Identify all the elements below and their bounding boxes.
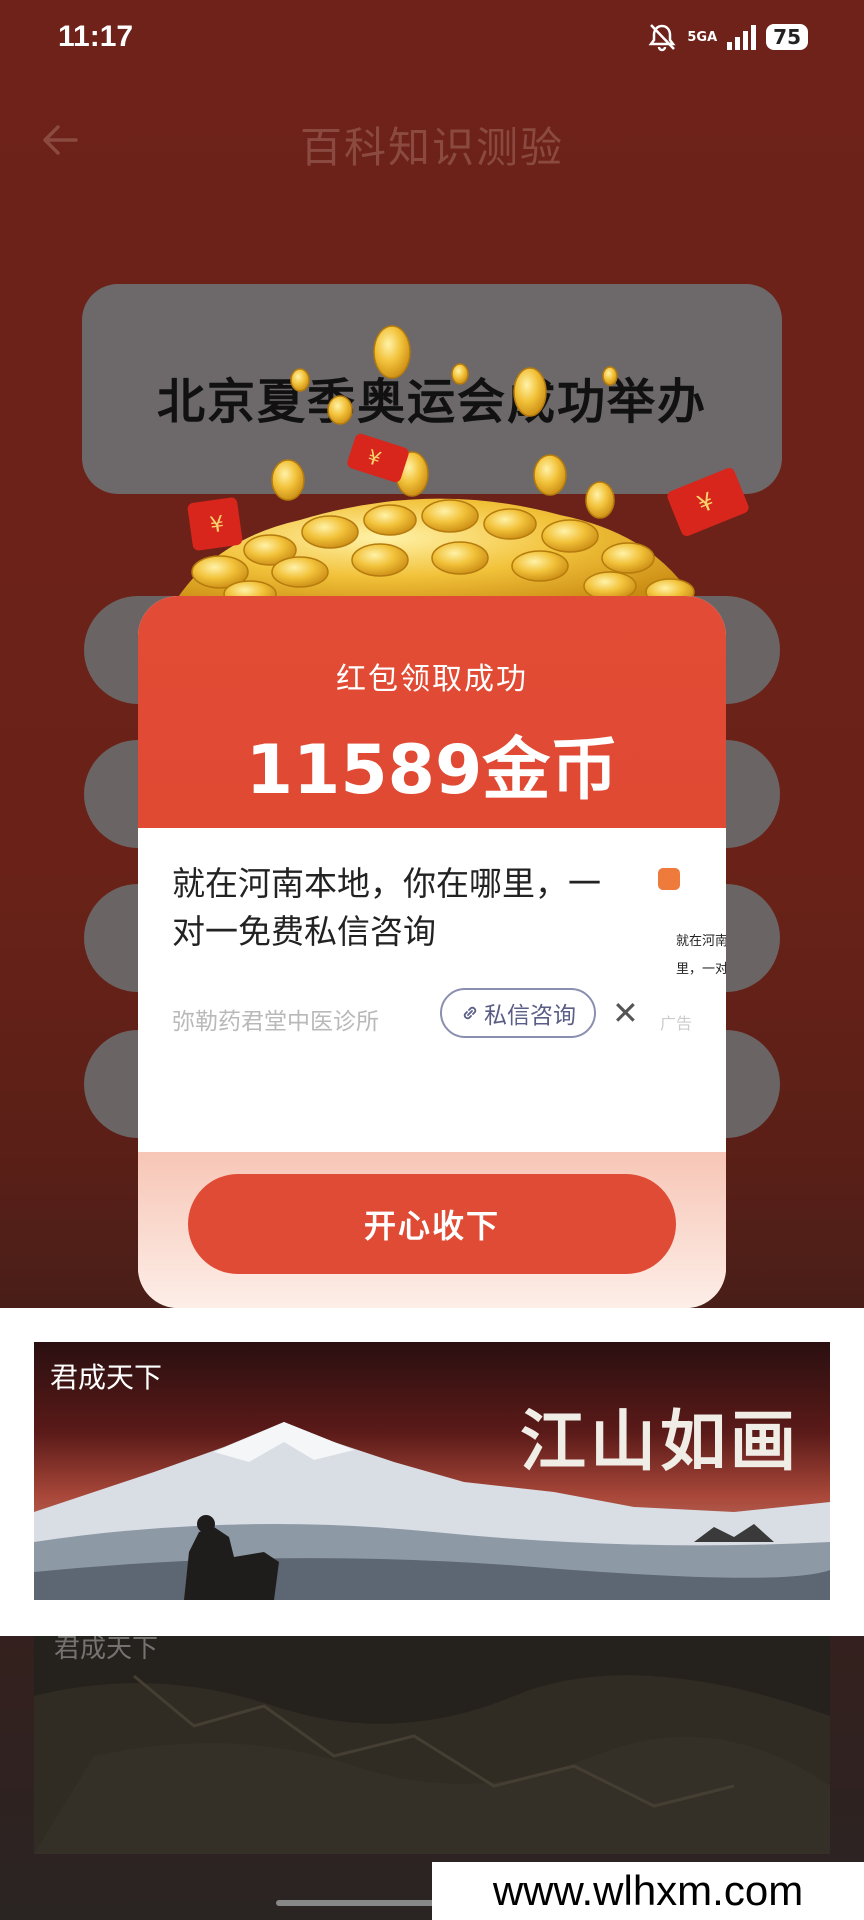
accept-button[interactable]: 开心收下 <box>188 1174 676 1274</box>
reward-header: 红包领取成功 11589金币 <box>138 596 726 828</box>
network-type: 5GA <box>687 29 718 45</box>
status-time: 11:17 <box>58 20 134 53</box>
app-header: 百科知识测验 <box>0 100 864 180</box>
consult-button-label: 私信咨询 <box>484 1003 576 1029</box>
coin-burst-illustration: ¥ ¥ ¥ <box>170 325 749 610</box>
map-image <box>34 1636 830 1854</box>
consult-button[interactable]: 私信咨询 <box>440 988 596 1038</box>
reward-modal: 红包领取成功 11589金币 就在河南本地，你在哪里，一对一免费私信咨询 就在河… <box>138 596 726 1308</box>
banner-ad-label: 君成天下 <box>50 1361 163 1394</box>
ad-peek-line: 就在河南 <box>676 934 726 949</box>
reward-subtitle: 红包领取成功 <box>336 662 528 697</box>
close-icon[interactable]: ✕ <box>612 994 639 1032</box>
inline-ad[interactable]: 就在河南本地，你在哪里，一对一免费私信咨询 就在河南 里，一对 广告 弥勒药君堂… <box>138 828 726 1152</box>
game-banner-ad-2[interactable]: 君成天下 <box>34 1636 830 1854</box>
bell-muted-icon <box>648 24 676 52</box>
ad-source: 弥勒药君堂中医诊所 <box>172 1009 379 1035</box>
ad-text[interactable]: 就在河南本地，你在哪里，一对一免费私信咨询 <box>172 860 632 956</box>
ad-mark: 广告 <box>660 1014 693 1033</box>
watermark: www.wlhxm.com <box>432 1862 864 1920</box>
ad-carousel-peek[interactable]: 就在河南 里，一对 <box>676 928 726 984</box>
game-banner-ad[interactable]: 君成天下 江山如画 <box>34 1342 830 1600</box>
red-envelope-icon: ¥ <box>187 497 243 551</box>
battery-icon: 75 <box>766 24 808 50</box>
signal-icon <box>727 24 757 50</box>
reward-footer: 开心收下 <box>138 1152 726 1308</box>
banner-slogan: 江山如画 <box>520 1402 800 1480</box>
ad-peek-line: 里，一对 <box>676 962 726 977</box>
ad-app-icon <box>658 868 680 890</box>
link-icon <box>463 1006 477 1020</box>
banner-ad-container: 君成天下 江山如画 <box>0 1308 864 1636</box>
status-icons: 5GA 75 <box>647 22 808 52</box>
status-bar: 11:17 5GA 75 <box>0 0 864 80</box>
banner-ad-label: 君成天下 <box>54 1636 159 1664</box>
page-title: 百科知识测验 <box>299 123 564 172</box>
reward-amount: 11589金币 <box>245 731 619 810</box>
